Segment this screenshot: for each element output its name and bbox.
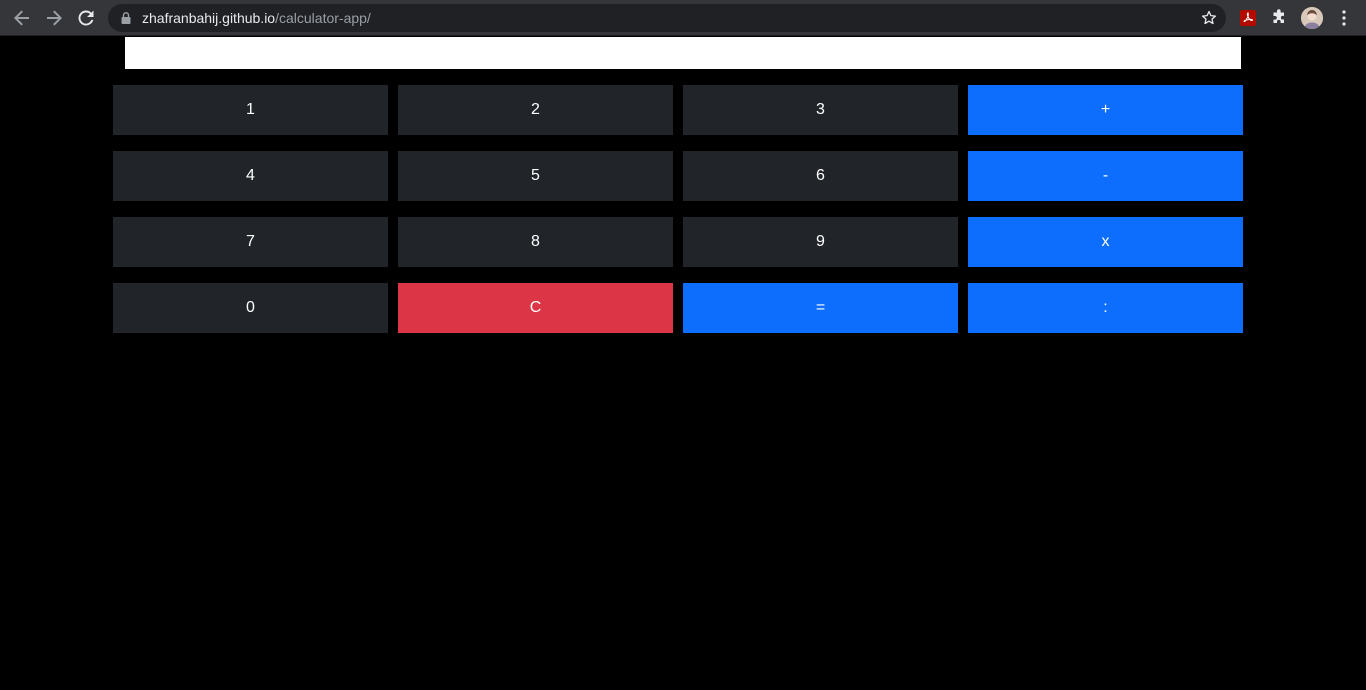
star-icon[interactable] [1201, 10, 1217, 26]
key-0[interactable]: 0 [113, 283, 388, 333]
acrobat-pdf-icon-tile [1240, 10, 1256, 26]
key-2[interactable]: 2 [398, 85, 673, 135]
key-clear[interactable]: C [398, 283, 673, 333]
browser-toolbar: zhafranbahij.github.io/calculator-app/ [0, 0, 1366, 36]
kebab-menu-icon[interactable] [1334, 8, 1354, 28]
key-3[interactable]: 3 [683, 85, 958, 135]
acrobat-pdf-icon[interactable] [1238, 8, 1258, 28]
key-7[interactable]: 7 [113, 217, 388, 267]
page-content: 1 2 3 + 4 5 6 - 7 8 9 x 0 C = : [0, 37, 1366, 690]
url-path: /calculator-app/ [275, 10, 371, 26]
key-add[interactable]: + [968, 85, 1243, 135]
forward-button[interactable] [42, 6, 66, 30]
url-host: zhafranbahij.github.io [142, 10, 276, 26]
avatar[interactable] [1301, 7, 1323, 29]
key-9[interactable]: 9 [683, 217, 958, 267]
key-equals[interactable]: = [683, 283, 958, 333]
reload-button[interactable] [74, 6, 98, 30]
key-1[interactable]: 1 [113, 85, 388, 135]
key-4[interactable]: 4 [113, 151, 388, 201]
reload-icon [77, 9, 95, 27]
key-subtract[interactable]: - [968, 151, 1243, 201]
key-8[interactable]: 8 [398, 217, 673, 267]
calculator-display[interactable] [125, 37, 1241, 69]
calculator-keypad: 1 2 3 + 4 5 6 - 7 8 9 x 0 C = : [113, 85, 1243, 333]
puzzle-icon[interactable] [1269, 8, 1289, 28]
back-button[interactable] [10, 6, 34, 30]
key-multiply[interactable]: x [968, 217, 1243, 267]
key-5[interactable]: 5 [398, 151, 673, 201]
url-text: zhafranbahij.github.io/calculator-app/ [142, 4, 371, 32]
key-divide[interactable]: : [968, 283, 1243, 333]
arrow-right-icon [45, 9, 63, 27]
key-6[interactable]: 6 [683, 151, 958, 201]
arrow-left-icon [13, 9, 31, 27]
lock-icon [119, 11, 133, 25]
address-bar[interactable]: zhafranbahij.github.io/calculator-app/ [108, 4, 1226, 32]
